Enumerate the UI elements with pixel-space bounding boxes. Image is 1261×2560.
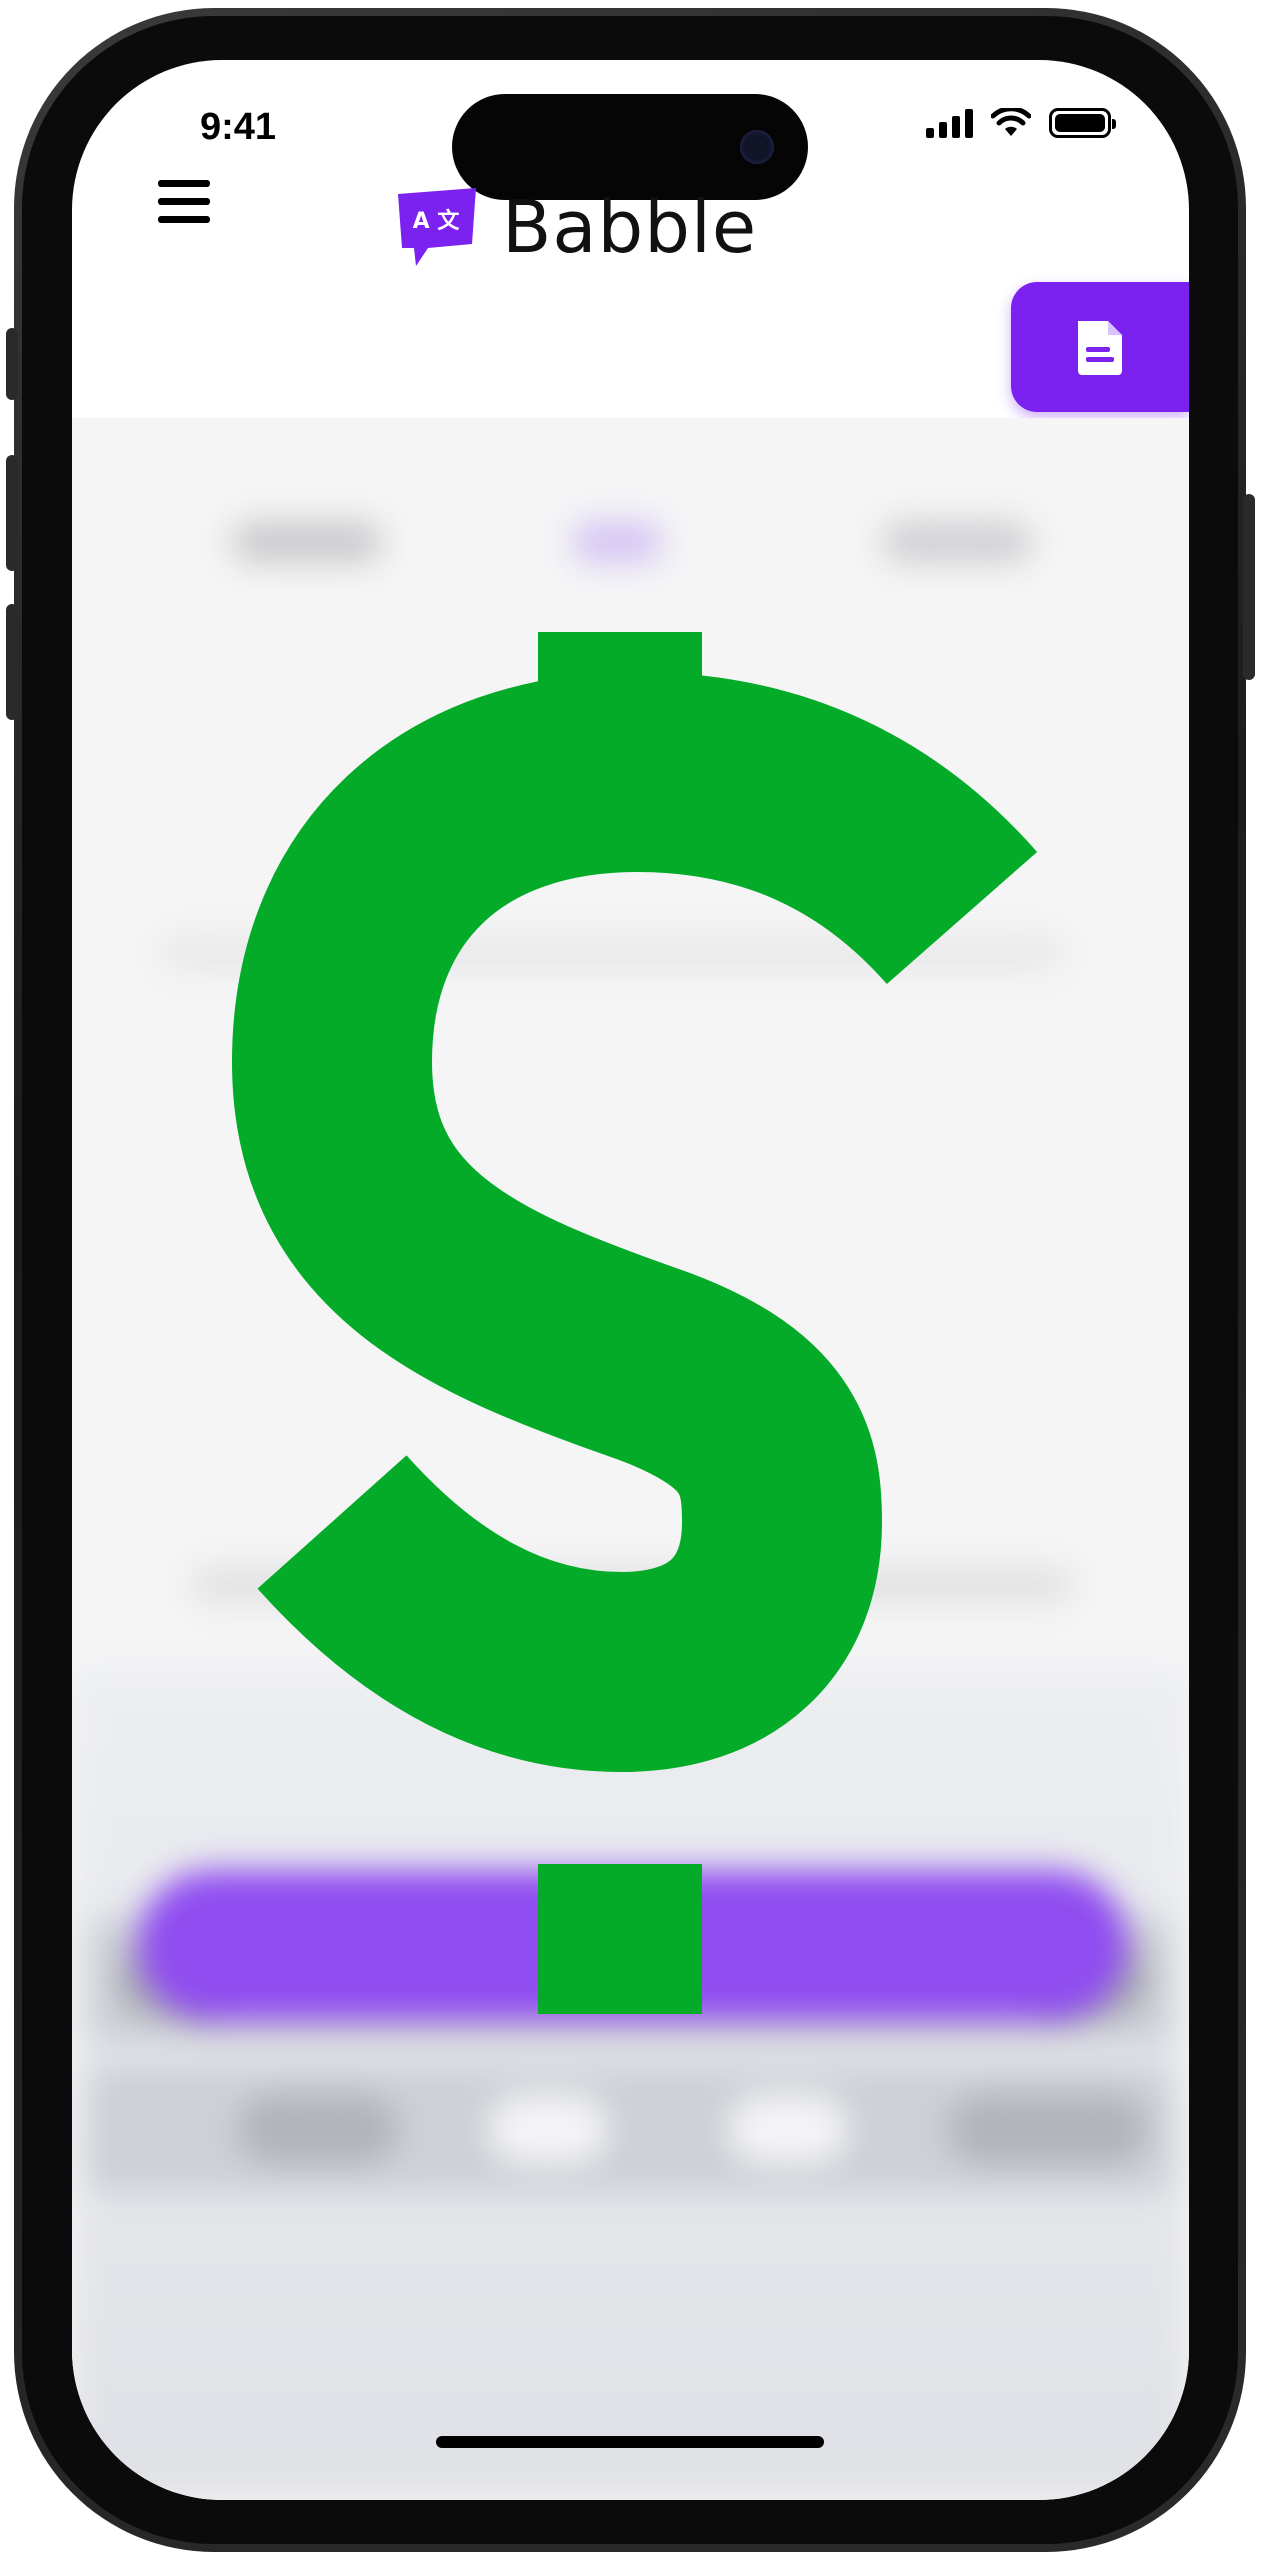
document-button[interactable]	[1011, 282, 1189, 412]
battery-level	[1055, 114, 1105, 132]
blurred-row	[88, 2066, 1172, 2192]
logo-glyph: A 文	[413, 208, 461, 234]
translate-speech-bubble-icon: A 文	[398, 188, 476, 266]
volume-down-button	[6, 604, 18, 720]
phone-screen: 9:41 A 文 Babble	[72, 60, 1189, 2500]
battery-icon	[1049, 108, 1116, 138]
home-indicator[interactable]	[436, 2436, 824, 2448]
status-time: 9:41	[200, 106, 277, 148]
status-icons	[926, 108, 1116, 138]
wifi-icon	[991, 108, 1031, 136]
action-button	[6, 328, 18, 400]
volume-up-button	[6, 455, 18, 571]
blurred-tabs	[72, 508, 1189, 568]
app-name: Babble	[502, 185, 758, 269]
document-icon	[1078, 321, 1122, 375]
dollar-sign-icon	[231, 632, 1038, 2014]
front-camera	[740, 130, 774, 164]
app-logo[interactable]: A 文 Babble	[394, 185, 757, 269]
cellular-signal-icon	[926, 108, 973, 138]
power-button	[1243, 494, 1255, 680]
hamburger-menu-icon[interactable]	[158, 180, 210, 224]
